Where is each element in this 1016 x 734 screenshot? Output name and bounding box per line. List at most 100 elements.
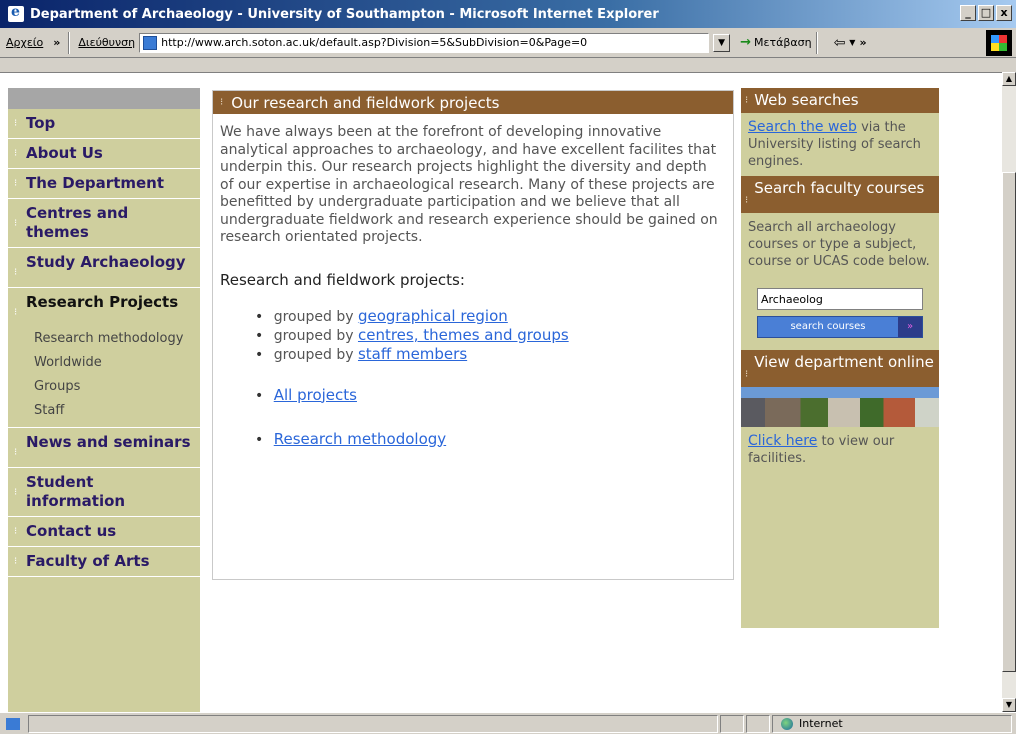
search-courses-label: search courses [790,321,866,332]
go-button[interactable]: → Μετάβαση [740,35,811,50]
list-item: All projects [255,386,733,404]
link-click-here[interactable]: Click here [748,433,817,449]
status-bar: Internet [0,712,1016,734]
status-cell [746,714,770,733]
link-centres-themes-groups[interactable]: centres, themes and groups [358,326,569,344]
search-faculty-heading: ⁝ Search faculty courses [741,176,939,213]
list-item: Research methodology [255,430,733,448]
browser-window: Department of Archaeology - University o… [0,0,1016,734]
web-searches-heading: ⁝ Web searches [741,88,939,113]
nav-item-student-information[interactable]: ⁝ Student information [8,468,200,517]
page-viewport: ⁝ Top ⁝ About Us ⁝ The Department ⁝ Cent… [0,72,1002,712]
view-department-heading: ⁝ View department online [741,350,939,387]
globe-icon [781,717,793,730]
scroll-up-icon[interactable]: ▲ [1002,72,1016,86]
vertical-scrollbar[interactable]: ▲ ▼ [1002,72,1016,712]
link-search-the-web[interactable]: Search the web [748,119,857,135]
nav-bullet-icon: ⁝ [14,118,18,129]
nav-item-news-and-seminars[interactable]: ⁝ News and seminars [8,428,200,468]
course-search-input[interactable] [757,288,923,310]
list-item: grouped by geographical region [255,307,733,326]
nav-label: Centres and themes [26,204,129,241]
nav-item-research-projects[interactable]: ⁝ Research Projects [8,288,200,327]
address-toolbar: Αρχείο » Διεύθυνση ▼ → Μετάβαση ⇦ ▼ » [0,28,1016,58]
nav-bullet-icon: ⁝ [14,307,18,318]
intro-paragraph: We have always been at the forefront of … [220,124,718,245]
view-facilities-text: Click here to view our facilities. [741,427,939,473]
address-dropdown-icon[interactable]: ▼ [713,33,731,52]
list-item: grouped by staff members [255,345,733,364]
grouped-by-text: grouped by [273,308,354,325]
nav-label: News and seminars [26,433,191,451]
windows-logo-icon [986,30,1012,56]
window-controls: _ □ x [960,5,1012,21]
nav-label: Research Projects [26,293,179,311]
back-arrow-icon[interactable]: ⇦ [834,35,846,51]
link-staff-members[interactable]: staff members [358,345,467,363]
subnav-staff[interactable]: Staff [8,399,200,423]
nav-bullet-icon: ⁝ [14,447,18,458]
zone-label: Internet [799,717,843,730]
subnav-worldwide[interactable]: Worldwide [8,351,200,375]
nav-item-centres-and-themes[interactable]: ⁝ Centres and themes [8,199,200,248]
list-item: grouped by centres, themes and groups [255,326,733,345]
maximize-button[interactable]: □ [978,5,994,21]
status-text-cell [28,714,718,733]
address-label: Διεύθυνση [78,36,136,49]
page-icon [143,35,158,50]
file-menu[interactable]: Αρχείο [0,36,49,49]
page-title: Our research and fieldwork projects [231,93,500,112]
nav-label: Faculty of Arts [26,552,150,570]
grouped-by-text: grouped by [273,346,354,363]
heading-bullet-icon: ⁝ [745,369,749,380]
link-all-projects[interactable]: All projects [274,386,357,404]
menu-chevron-icon[interactable]: » [53,36,60,49]
page-top-gap [0,58,1016,72]
nav-bullet-icon: ⁝ [14,556,18,567]
search-courses-button[interactable]: search courses » [757,316,923,338]
toolbar-separator [815,31,818,54]
url-input[interactable] [161,36,682,49]
nav-item-top[interactable]: ⁝ Top [8,109,200,139]
nav-item-the-department[interactable]: ⁝ The Department [8,169,200,199]
nav-bullet-icon: ⁝ [14,178,18,189]
nav-item-faculty-of-arts[interactable]: ⁝ Faculty of Arts [8,547,200,577]
subnav-groups[interactable]: Groups [8,375,200,399]
left-navigation: ⁝ Top ⁝ About Us ⁝ The Department ⁝ Cent… [8,88,200,712]
close-button[interactable]: x [996,5,1012,21]
nav-bullet-icon: ⁝ [14,267,18,278]
nav-item-contact-us[interactable]: ⁝ Contact us [8,517,200,547]
back-dropdown-icon[interactable]: ▼ [849,38,855,47]
toolbar-separator [68,31,71,54]
subnav-research-methodology[interactable]: Research methodology [8,327,200,351]
toolbar-chevron-icon[interactable]: » [859,36,866,49]
link-research-methodology[interactable]: Research methodology [274,430,446,448]
nav-label: Contact us [26,522,117,540]
nav-label: The Department [26,174,165,192]
main-content: ⁝ Our research and fieldwork projects We… [212,90,734,580]
heading-bullet-icon: ⁝ [745,195,749,206]
address-field[interactable] [139,32,710,53]
go-label: Μετάβαση [754,36,812,49]
main-heading-bar: ⁝ Our research and fieldwork projects [213,91,733,114]
scroll-down-icon[interactable]: ▼ [1002,698,1016,712]
heading-label: Search faculty courses [754,179,925,197]
nav-item-study-archaeology[interactable]: ⁝ Study Archaeology [8,248,200,288]
page-status-icon [6,717,20,730]
nav-item-about-us[interactable]: ⁝ About Us [8,139,200,169]
scroll-thumb[interactable] [1002,172,1016,672]
double-arrow-icon: » [898,317,922,337]
status-cell [720,714,744,733]
nav-label: Study Archaeology [26,253,186,271]
grouped-projects-list: grouped by geographical region grouped b… [213,289,733,364]
nav-bullet-icon: ⁝ [14,526,18,537]
grouped-by-text: grouped by [273,327,354,344]
ie-icon [8,4,24,22]
minimize-button[interactable]: _ [960,5,976,21]
link-geographical-region[interactable]: geographical region [358,307,508,325]
nav-bullet-icon: ⁝ [14,218,18,229]
department-photo[interactable] [741,387,939,427]
nav-label: About Us [26,144,103,162]
projects-heading: Research and fieldwork projects: [220,270,465,289]
nav-label: Student information [26,473,126,510]
